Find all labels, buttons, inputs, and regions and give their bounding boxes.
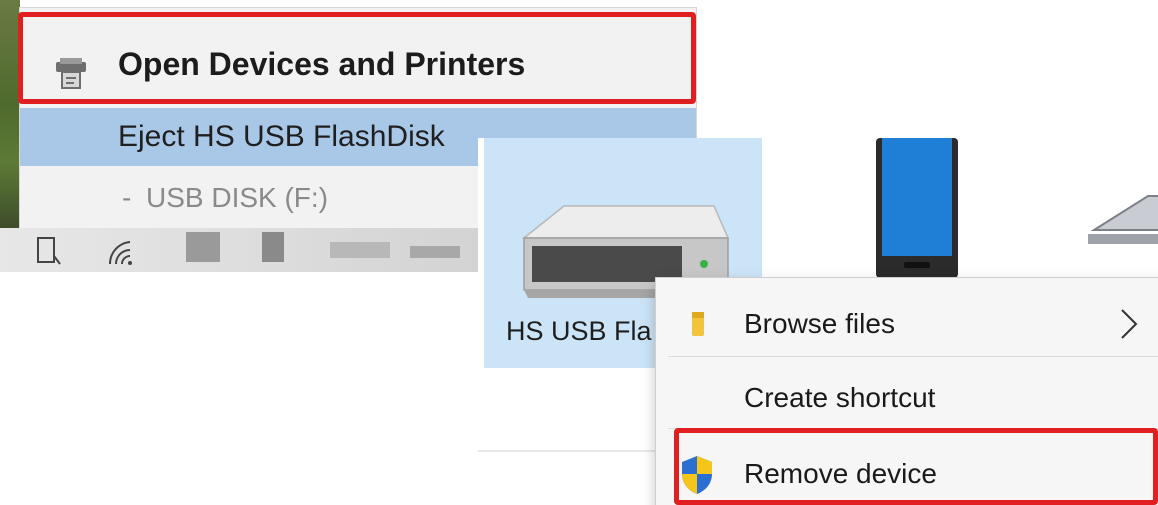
- create-shortcut-menu-item[interactable]: Create shortcut: [656, 368, 1158, 428]
- eject-label: Eject HS USB FlashDisk: [118, 120, 445, 153]
- blurred-tray-icon: [186, 232, 220, 262]
- tablet-icon: [37, 237, 61, 265]
- chevron-right-icon: [1121, 309, 1138, 339]
- remove-device-callout: [674, 428, 1158, 505]
- folder-icon: [692, 312, 704, 336]
- browse-files-menu-item[interactable]: Browse files: [656, 294, 1158, 354]
- device-name-label: HS USB Fla: [506, 316, 652, 346]
- blurred-tray-icon: [410, 246, 460, 258]
- desktop-background-strip: [0, 0, 20, 232]
- divider: [478, 450, 658, 452]
- blurred-tray-icon: [262, 232, 284, 262]
- blurred-tray-icon: [330, 242, 390, 258]
- menu-separator: [668, 356, 1158, 357]
- create-shortcut-label: Create shortcut: [744, 382, 936, 413]
- laptop-icon[interactable]: [1088, 190, 1158, 250]
- usb-disk-label: USB DISK (F:): [146, 182, 329, 213]
- phone-icon[interactable]: [874, 138, 960, 278]
- disk-dash: -: [122, 182, 132, 213]
- browse-files-label: Browse files: [744, 308, 895, 339]
- wifi-icon: [108, 241, 132, 265]
- open-devices-callout: [18, 12, 696, 104]
